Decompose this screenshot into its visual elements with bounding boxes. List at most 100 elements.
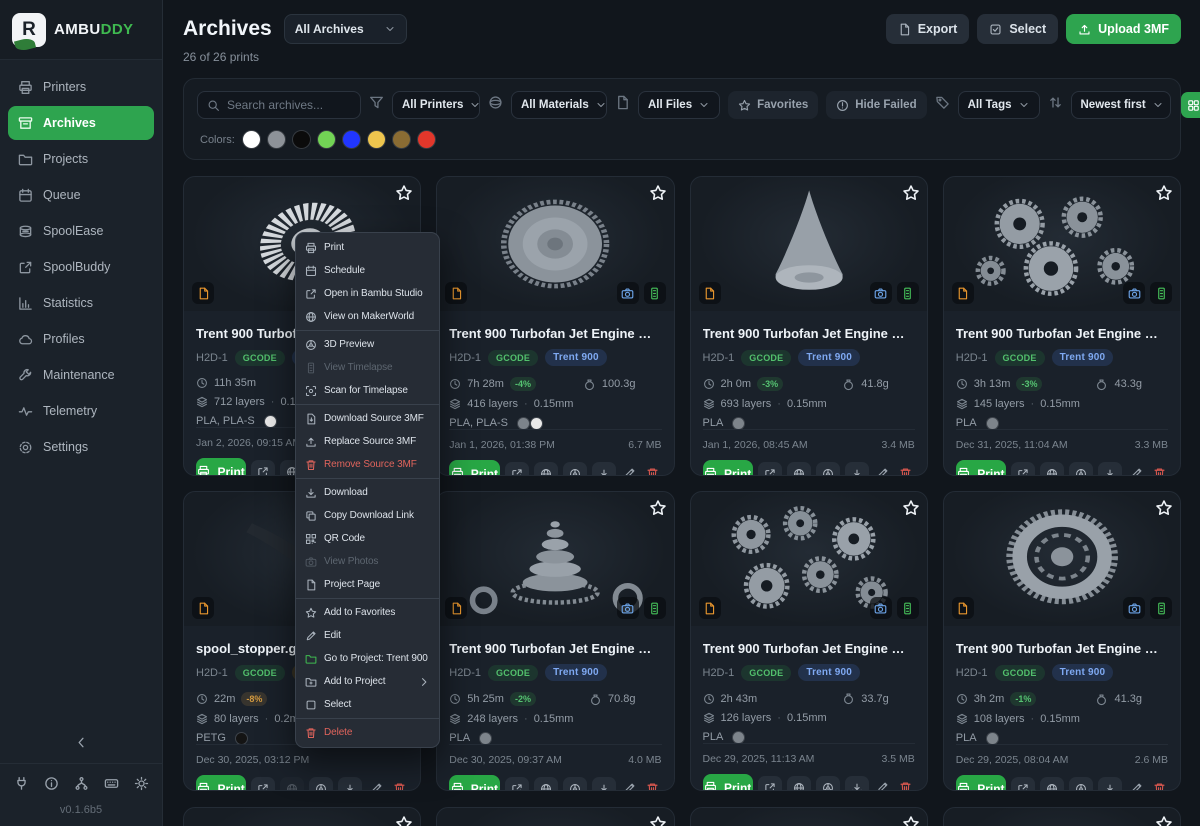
delete-button[interactable] (1150, 462, 1168, 477)
download-button[interactable] (1098, 462, 1122, 477)
grid-view-button[interactable] (1181, 92, 1200, 118)
model-thumbnail[interactable] (437, 808, 673, 826)
edit-button[interactable] (1127, 462, 1145, 477)
sidebar-sun-button[interactable] (134, 776, 149, 794)
archive-card[interactable]: Trent 900 Turbofan Jet Engine Model H2D-… (436, 176, 674, 476)
model-thumbnail[interactable] (944, 492, 1180, 626)
tags-filter-select[interactable]: All Tags (958, 91, 1040, 119)
preview-3d-button[interactable] (563, 462, 587, 477)
model-thumbnail[interactable] (691, 177, 927, 311)
sidebar-keyboard-button[interactable] (104, 776, 119, 794)
download-button[interactable] (845, 462, 869, 477)
favorite-star-button[interactable] (649, 184, 667, 202)
files-filter-select[interactable]: All Files (638, 91, 720, 119)
archive-card[interactable]: Trent 900 Turbofan Jet Engine Model H2D-… (690, 176, 928, 476)
menu-item-go-to-project-trent-900[interactable]: Go to Project: Trent 900 (296, 647, 439, 670)
menu-item-open-in-bambu-studio[interactable]: Open in Bambu Studio (296, 282, 439, 305)
printers-filter-select[interactable]: All Printers (392, 91, 480, 119)
color-filter-4[interactable] (343, 131, 360, 148)
edit-button[interactable] (367, 777, 385, 792)
delete-button[interactable] (1150, 777, 1168, 792)
print-button[interactable]: Print (703, 774, 753, 791)
color-filter-5[interactable] (368, 131, 385, 148)
open-external-button[interactable] (1011, 462, 1035, 477)
download-button[interactable] (845, 776, 869, 792)
collapse-sidebar-button[interactable] (74, 735, 89, 753)
menu-item-schedule[interactable]: Schedule (296, 259, 439, 282)
open-external-button[interactable] (758, 776, 782, 792)
sort-select[interactable]: Newest first (1071, 91, 1171, 119)
archive-card[interactable]: Trent 900 Turbofan Jet Engine Model H2D-… (436, 491, 674, 791)
sidebar-item-maintenance[interactable]: Maintenance (8, 358, 154, 392)
sidebar-fork-button[interactable] (74, 776, 89, 794)
preview-3d-button[interactable] (309, 777, 333, 792)
makerworld-button[interactable] (787, 462, 811, 477)
hide-failed-filter-button[interactable]: Hide Failed (826, 91, 926, 119)
model-thumbnail[interactable] (437, 492, 673, 626)
favorite-star-button[interactable] (1155, 184, 1173, 202)
favorite-star-button[interactable] (1155, 499, 1173, 517)
open-external-button[interactable] (1011, 777, 1035, 792)
menu-item-download-source-3mf[interactable]: Download Source 3MF (296, 407, 439, 430)
preview-3d-button[interactable] (563, 777, 587, 792)
model-thumbnail[interactable] (691, 808, 927, 826)
menu-item-add-to-project[interactable]: Add to Project (296, 670, 439, 693)
model-thumbnail[interactable] (691, 492, 927, 626)
print-button[interactable]: Print (196, 775, 246, 791)
menu-item-download[interactable]: Download (296, 481, 439, 504)
sidebar-item-profiles[interactable]: Profiles (8, 322, 154, 356)
print-button[interactable]: Print (449, 775, 499, 791)
open-external-button[interactable] (251, 777, 275, 792)
color-filter-2[interactable] (293, 131, 310, 148)
print-button[interactable]: Print (956, 460, 1006, 476)
favorite-star-button[interactable] (649, 499, 667, 517)
search-input[interactable] (227, 98, 351, 112)
color-filter-6[interactable] (393, 131, 410, 148)
delete-button[interactable] (390, 777, 408, 792)
sidebar-item-queue[interactable]: Queue (8, 178, 154, 212)
sidebar-item-archives[interactable]: Archives (8, 106, 154, 140)
print-button[interactable]: Print (449, 460, 499, 476)
preview-3d-button[interactable] (816, 776, 840, 792)
edit-button[interactable] (621, 462, 639, 477)
sidebar-item-spoolease[interactable]: SpoolEase (8, 214, 154, 248)
delete-button[interactable] (897, 462, 915, 477)
archive-card[interactable]: Trent 900 Turbofan Jet Engine Model H2D-… (690, 491, 928, 791)
sidebar-item-settings[interactable]: Settings (8, 430, 154, 464)
color-filter-3[interactable] (318, 131, 335, 148)
download-button[interactable] (1098, 777, 1122, 792)
menu-item-scan-for-timelapse[interactable]: Scan for Timelapse (296, 379, 439, 402)
open-external-button[interactable] (251, 460, 275, 477)
favorites-filter-button[interactable]: Favorites (728, 91, 818, 119)
preview-3d-button[interactable] (1069, 777, 1093, 792)
preview-3d-button[interactable] (1069, 462, 1093, 477)
color-filter-1[interactable] (268, 131, 285, 148)
archive-card[interactable]: Trent 900 Turbofan Jet Engine Model H2D-… (943, 176, 1181, 476)
archive-card[interactable]: Trent 900 Turbofan Jet Engine Model H2D-… (943, 491, 1181, 791)
makerworld-button[interactable] (1040, 777, 1064, 792)
archive-scope-select[interactable]: All Archives (284, 14, 407, 44)
makerworld-button[interactable] (534, 777, 558, 792)
menu-item-view-on-makerworld[interactable]: View on MakerWorld (296, 305, 439, 328)
edit-button[interactable] (874, 776, 892, 792)
print-button[interactable]: Print (196, 458, 246, 476)
favorite-star-button[interactable] (1155, 815, 1173, 826)
archive-card-partial[interactable] (943, 807, 1181, 826)
edit-button[interactable] (621, 777, 639, 792)
menu-item-add-to-favorites[interactable]: Add to Favorites (296, 601, 439, 624)
favorite-star-button[interactable] (902, 499, 920, 517)
archive-card-partial[interactable] (183, 807, 421, 826)
upload-3mf-button[interactable]: Upload 3MF (1066, 14, 1181, 44)
menu-item-edit[interactable]: Edit (296, 624, 439, 647)
print-button[interactable]: Print (956, 775, 1006, 791)
sidebar-plug-button[interactable] (14, 776, 29, 794)
sidebar-info-button[interactable] (44, 776, 59, 794)
makerworld-button[interactable] (1040, 462, 1064, 477)
menu-item-copy-download-link[interactable]: Copy Download Link (296, 504, 439, 527)
sidebar-item-projects[interactable]: Projects (8, 142, 154, 176)
model-thumbnail[interactable] (437, 177, 673, 311)
menu-item-3d-preview[interactable]: 3D Preview (296, 333, 439, 356)
open-external-button[interactable] (505, 777, 529, 792)
favorite-star-button[interactable] (649, 815, 667, 826)
menu-item-delete[interactable]: Delete (296, 721, 439, 744)
